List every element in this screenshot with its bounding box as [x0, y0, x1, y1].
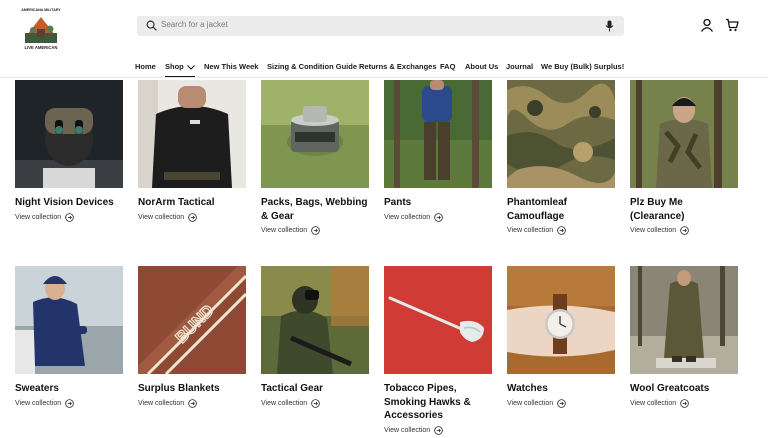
search-icon[interactable] — [146, 20, 157, 31]
view-collection-link[interactable]: View collection — [261, 398, 369, 408]
collection-title[interactable]: Phantomleaf Camouflage — [507, 196, 615, 223]
account-icon[interactable] — [700, 18, 714, 32]
nav-item-home[interactable]: Home — [135, 62, 156, 71]
view-collection-link[interactable]: View collection — [138, 212, 246, 222]
view-collection-link[interactable]: View collection — [630, 226, 738, 235]
nav-item-about-us[interactable]: About Us — [465, 62, 498, 71]
collection-card-clearance[interactable]: Plz Buy Me (Clearance) View collection — [630, 80, 738, 235]
collection-title[interactable]: Night Vision Devices — [15, 196, 123, 210]
view-collection-link[interactable]: View collection — [15, 398, 123, 408]
collection-card-packs[interactable]: Packs, Bags, Webbing & Gear View collect… — [261, 80, 369, 235]
search-bar[interactable]: Search for a jacket — [137, 16, 624, 36]
collection-title[interactable]: Plz Buy Me (Clearance) — [630, 196, 738, 223]
arrow-circle-icon — [188, 398, 197, 408]
arrow-circle-icon — [311, 226, 320, 235]
arrow-circle-icon — [65, 212, 74, 222]
arrow-circle-icon — [680, 398, 689, 408]
american-apparel-logo[interactable]: AMERICANA MILITARY LIVE AMERICAN — [17, 5, 65, 53]
collection-title[interactable]: Watches — [507, 382, 615, 396]
phantomleaf-camouflage-image[interactable] — [507, 80, 615, 188]
collection-card-tactical-gear[interactable]: Tactical Gear View collection — [261, 266, 369, 408]
logo-text-top: AMERICANA MILITARY — [21, 8, 61, 12]
clearance-image[interactable] — [630, 80, 738, 188]
norarm-tactical-image[interactable] — [138, 80, 246, 188]
collection-title[interactable]: Sweaters — [15, 382, 123, 396]
surplus-blankets-image[interactable]: BUND — [138, 266, 246, 374]
collection-title[interactable]: Tobacco Pipes, Smoking Hawks & Accessori… — [384, 382, 492, 423]
arrow-circle-icon — [557, 226, 566, 235]
nav-item-new-this-week[interactable]: New This Week — [204, 62, 258, 71]
arrow-circle-icon — [680, 226, 689, 235]
arrow-circle-icon — [311, 398, 320, 408]
packs-bags-image[interactable] — [261, 80, 369, 188]
arrow-circle-icon — [434, 425, 443, 435]
view-collection-link[interactable]: View collection — [630, 398, 738, 408]
microphone-icon[interactable] — [605, 20, 614, 32]
chevron-down-icon — [186, 64, 195, 70]
collection-card-tobacco-pipes[interactable]: Tobacco Pipes, Smoking Hawks & Accessori… — [384, 266, 492, 435]
night-vision-image[interactable] — [15, 80, 123, 188]
nav-item-faq[interactable]: FAQ — [440, 62, 455, 71]
collection-card-pants[interactable]: Pants View collection — [384, 80, 492, 222]
collection-title[interactable]: Wool Greatcoats — [630, 382, 738, 396]
collection-card-watches[interactable]: Watches View collection — [507, 266, 615, 408]
tobacco-pipes-image[interactable] — [384, 266, 492, 374]
site-header: AMERICANA MILITARY LIVE AMERICAN Search … — [0, 0, 768, 78]
arrow-circle-icon — [557, 398, 566, 408]
sweaters-image[interactable] — [15, 266, 123, 374]
cart-icon[interactable] — [725, 18, 739, 32]
view-collection-link[interactable]: View collection — [15, 212, 123, 222]
view-collection-link[interactable]: View collection — [138, 398, 246, 408]
collection-title[interactable]: Surplus Blankets — [138, 382, 246, 396]
pants-image[interactable] — [384, 80, 492, 188]
collection-card-norarm[interactable]: NorArm Tactical View collection — [138, 80, 246, 222]
view-collection-link[interactable]: View collection — [384, 425, 492, 435]
arrow-circle-icon — [65, 398, 74, 408]
collection-title[interactable]: NorArm Tactical — [138, 196, 246, 210]
tactical-gear-image[interactable] — [261, 266, 369, 374]
watches-image[interactable] — [507, 266, 615, 374]
main-nav: Home Shop New This Week Sizing & Conditi… — [0, 62, 768, 77]
logo-text-bottom: LIVE AMERICAN — [25, 45, 58, 50]
collection-title[interactable]: Packs, Bags, Webbing & Gear — [261, 196, 369, 223]
search-placeholder[interactable]: Search for a jacket — [161, 20, 228, 29]
collection-card-sweaters[interactable]: Sweaters View collection — [15, 266, 123, 408]
nav-item-we-buy-surplus[interactable]: We Buy (Bulk) Surplus! — [541, 62, 624, 71]
arrow-circle-icon — [434, 212, 443, 222]
view-collection-link[interactable]: View collection — [507, 398, 615, 408]
collection-card-night-vision[interactable]: Night Vision Devices View collection — [15, 80, 123, 222]
nav-item-returns[interactable]: Returns & Exchanges — [359, 62, 437, 71]
collection-card-greatcoats[interactable]: Wool Greatcoats View collection — [630, 266, 738, 408]
nav-item-journal[interactable]: Journal — [506, 62, 533, 71]
nav-item-sizing-guide[interactable]: Sizing & Condition Guide — [267, 62, 357, 71]
view-collection-link[interactable]: View collection — [261, 226, 369, 235]
collection-card-phantomleaf[interactable]: Phantomleaf Camouflage View collection — [507, 80, 615, 235]
collection-title[interactable]: Pants — [384, 196, 492, 210]
arrow-circle-icon — [188, 212, 197, 222]
collection-card-blankets[interactable]: BUND Surplus Blankets View collection — [138, 266, 246, 408]
nav-item-shop[interactable]: Shop — [165, 62, 195, 77]
view-collection-link[interactable]: View collection — [507, 226, 615, 235]
view-collection-link[interactable]: View collection — [384, 212, 492, 222]
collection-title[interactable]: Tactical Gear — [261, 382, 369, 396]
wool-greatcoats-image[interactable] — [630, 266, 738, 374]
